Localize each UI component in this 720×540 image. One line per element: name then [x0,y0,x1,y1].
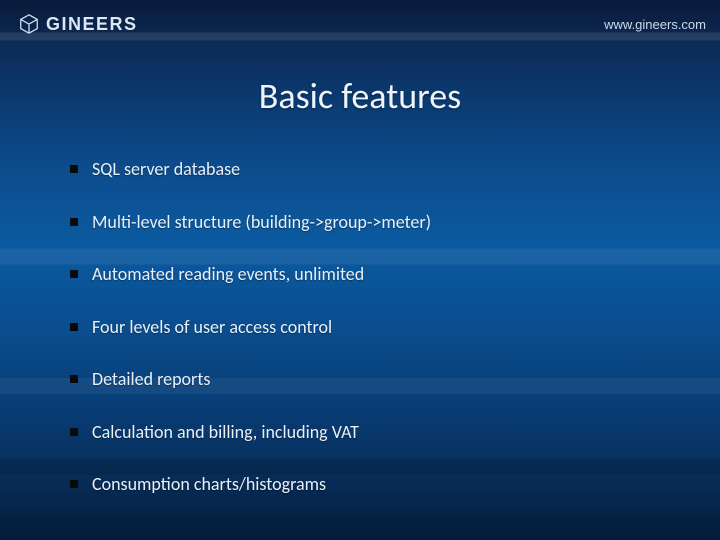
bullet-icon [70,375,78,383]
slide: GINEERS www.gineers.com Basic features S… [0,0,720,540]
bullet-text: Four levels of user access control [92,316,666,339]
bullet-icon [70,480,78,488]
list-item: Four levels of user access control [54,316,666,339]
cube-icon [18,13,40,35]
list-item: Multi-level structure (building->group->… [54,211,666,234]
bullet-icon [70,270,78,278]
bullet-text: Multi-level structure (building->group->… [92,211,666,234]
bullet-text: Detailed reports [92,368,666,391]
site-url: www.gineers.com [604,17,706,32]
list-item: Consumption charts/histograms [54,473,666,496]
bullet-icon [70,165,78,173]
brand-name: GINEERS [46,14,138,35]
bullet-list: SQL server database Multi-level structur… [54,158,666,526]
list-item: SQL server database [54,158,666,181]
header: GINEERS www.gineers.com [18,10,706,38]
bullet-text: Calculation and billing, including VAT [92,421,666,444]
slide-title: Basic features [0,74,720,118]
brand-logo: GINEERS [18,13,138,35]
bullet-icon [70,323,78,331]
bullet-icon [70,218,78,226]
list-item: Calculation and billing, including VAT [54,421,666,444]
bullet-text: Automated reading events, unlimited [92,263,666,286]
bullet-icon [70,428,78,436]
list-item: Automated reading events, unlimited [54,263,666,286]
bullet-text: Consumption charts/histograms [92,473,666,496]
bullet-text: SQL server database [92,158,666,181]
list-item: Detailed reports [54,368,666,391]
